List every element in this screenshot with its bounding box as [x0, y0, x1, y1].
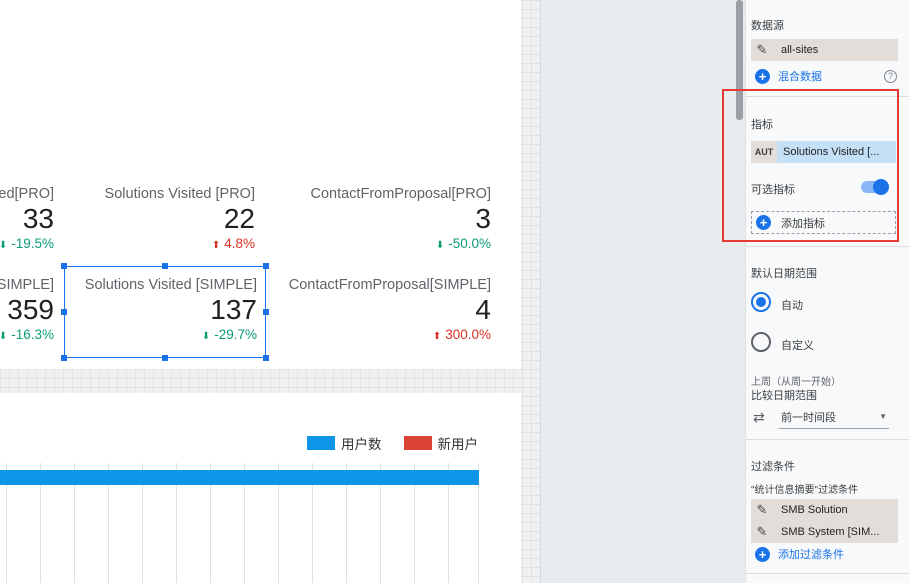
filter-title: 过滤条件	[751, 461, 795, 473]
plus-icon: +	[755, 68, 770, 84]
scorecard-4[interactable]: [SIMPLE] 359 ⬇-16.3%	[0, 277, 54, 342]
datasource-chip[interactable]: ✎ all-sites	[751, 39, 898, 61]
canvas-gutter	[540, 0, 745, 583]
scorecard-delta: 300.0%	[445, 327, 491, 342]
datasource-title: 数据源	[751, 20, 784, 32]
filter-subtitle: "统计信息摘要"过滤条件	[751, 485, 859, 496]
blend-data-button[interactable]: + 混合数据	[755, 68, 822, 84]
bar-users	[0, 470, 479, 485]
legend-swatch	[403, 436, 432, 450]
radio-auto[interactable]	[751, 292, 771, 312]
dropdown-arrow-icon: ▼	[879, 412, 887, 421]
scorecard-label: ContactFromProposal[SIMPLE]	[288, 277, 491, 293]
resize-handle[interactable]	[263, 309, 269, 315]
scorecard-value: 22	[223, 203, 255, 234]
legend-item-new-users: 新用户	[403, 433, 479, 453]
resize-handle[interactable]	[263, 355, 269, 361]
scorecard-delta: -50.0%	[448, 236, 491, 251]
compare-title: 比较日期范围	[751, 390, 817, 402]
scorecard-delta: -19.5%	[11, 236, 54, 251]
scorecard-2[interactable]: Solutions Visited [PRO] 22 ⬆ 4.8%	[55, 186, 255, 251]
filter-chip[interactable]: ✎ SMB Solution	[751, 499, 898, 521]
arrow-down-icon: ⬇	[435, 240, 445, 251]
add-filter-button[interactable]: + 添加过滤条件	[755, 546, 844, 562]
compare-note: 上周（从周一开始）	[751, 377, 841, 388]
arrow-down-icon: ⬇	[0, 331, 8, 342]
scorecard-3[interactable]: ContactFromProposal[PRO] 3 ⬇ -50.0%	[271, 186, 491, 251]
scorecard-label: ed[PRO]	[0, 186, 54, 202]
pencil-icon[interactable]: ✎	[751, 42, 773, 58]
filter-name: SMB System [SIM...	[781, 526, 880, 538]
arrow-up-icon: ⬆	[432, 331, 442, 342]
scorecard-label: ContactFromProposal[PRO]	[310, 186, 491, 202]
legend-label: 用户数	[341, 437, 382, 452]
chart-legend: 用户数 新用户	[307, 433, 478, 453]
scorecard-delta: 4.8%	[224, 236, 255, 251]
resize-handle[interactable]	[61, 355, 67, 361]
help-icon[interactable]: ?	[884, 70, 897, 83]
arrow-up-icon: ⬆	[211, 240, 221, 251]
legend-swatch	[307, 436, 335, 450]
plus-icon: +	[755, 546, 770, 562]
legend-label: 新用户	[437, 437, 479, 452]
arrow-down-icon: ⬇	[0, 240, 8, 251]
blend-data-label: 混合数据	[778, 71, 822, 83]
resize-handle[interactable]	[61, 263, 67, 269]
scorecard-6[interactable]: ContactFromProposal[SIMPLE] 4 ⬆ 300.0%	[271, 277, 491, 342]
resize-handle[interactable]	[263, 263, 269, 269]
scorecard-label: Solutions Visited [PRO]	[104, 186, 255, 202]
resize-handle[interactable]	[61, 309, 67, 315]
bar-chart-card[interactable]	[0, 393, 521, 583]
scorecard-delta: -16.3%	[11, 327, 54, 342]
filter-chip[interactable]: ✎ SMB System [SIM...	[751, 521, 898, 543]
scorecard-label: [SIMPLE]	[0, 277, 54, 293]
radio-auto-label: 自动	[781, 300, 803, 312]
legend-item-users: 用户数	[307, 433, 382, 453]
datasource-name: all-sites	[781, 44, 819, 56]
scorecard-value: 4	[475, 294, 491, 325]
pencil-icon[interactable]: ✎	[751, 524, 773, 540]
compare-value: 前一时间段	[781, 411, 836, 424]
scorecard-value: 3	[475, 203, 491, 234]
radio-custom-label: 自定义	[781, 340, 814, 352]
radio-custom[interactable]	[751, 332, 771, 352]
divider	[745, 573, 909, 574]
add-filter-label: 添加过滤条件	[778, 549, 844, 561]
filter-name: SMB Solution	[781, 504, 848, 516]
scorecard-value: 33	[22, 203, 54, 234]
resize-handle[interactable]	[162, 263, 168, 269]
divider	[745, 246, 909, 247]
scorecard-value: 359	[7, 294, 54, 325]
scorecard-1[interactable]: ed[PRO] 33 ⬇ -19.5%	[0, 186, 54, 251]
resize-handle[interactable]	[162, 355, 168, 361]
selection-box[interactable]	[64, 266, 266, 358]
divider	[745, 439, 909, 440]
highlight-annotation-box	[722, 89, 899, 242]
date-range-title: 默认日期范围	[751, 268, 817, 280]
pencil-icon[interactable]: ✎	[751, 502, 773, 518]
compare-date-select[interactable]: 前一时间段 ▼	[779, 405, 889, 429]
compare-arrows-icon: ⇄	[753, 409, 765, 425]
